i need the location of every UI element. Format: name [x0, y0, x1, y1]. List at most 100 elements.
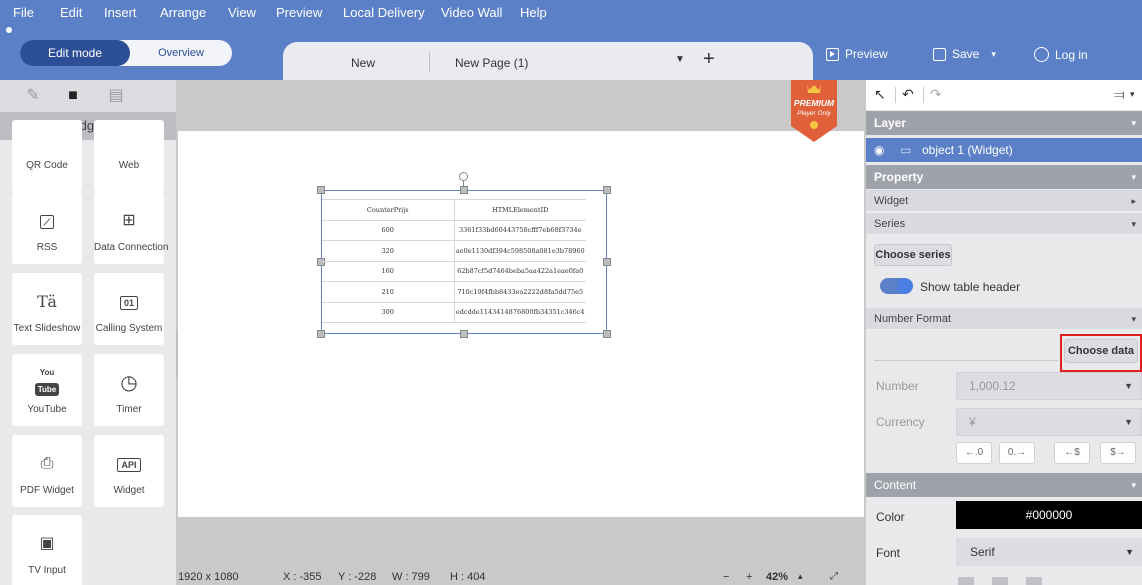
- content-section-header[interactable]: Content ▾: [866, 473, 1142, 497]
- increase-decimal-button[interactable]: 0.→: [999, 442, 1035, 464]
- resize-handle-se[interactable]: [603, 330, 611, 338]
- pencil-icon[interactable]: ✎: [23, 86, 43, 106]
- number-format-subsection[interactable]: Number Format ▾: [866, 308, 1142, 330]
- overview-button[interactable]: Overview: [130, 40, 232, 66]
- column-header: HTMLElementID: [454, 199, 586, 221]
- menu-preview[interactable]: Preview: [276, 5, 322, 20]
- save-button[interactable]: Save ▾: [933, 47, 996, 61]
- edit-mode-button[interactable]: Edit mode: [20, 40, 130, 66]
- layout-icon[interactable]: ▤: [106, 86, 126, 106]
- currency-suffix-button[interactable]: $→: [1100, 442, 1136, 464]
- menu-local-delivery[interactable]: Local Delivery: [343, 5, 425, 20]
- align-icon[interactable]: ⫤: [1114, 86, 1125, 103]
- table-row: 160 62b87cf5d7464beba5aa422a1eae0fa0: [322, 261, 586, 282]
- widget-tile-timer[interactable]: ◷ Timer: [94, 354, 164, 426]
- redo-icon[interactable]: ↷: [930, 86, 942, 103]
- zoom-menu-icon[interactable]: ▴: [798, 571, 803, 582]
- currency-prefix-button[interactable]: ←$: [1054, 442, 1090, 464]
- layer-item[interactable]: ◉ ▭ object 1 (Widget): [866, 138, 1142, 162]
- widget-tile-calling-system[interactable]: 01 Calling System: [94, 273, 164, 345]
- mode-toggle[interactable]: Edit mode Overview: [20, 40, 232, 66]
- menu-arrange[interactable]: Arrange: [160, 5, 206, 20]
- undo-icon[interactable]: ↶: [902, 86, 914, 103]
- text-align-right-icon[interactable]: [1026, 577, 1042, 585]
- save-icon: [933, 47, 946, 61]
- widget-label: Text Slideshow: [13, 323, 81, 334]
- fit-screen-icon[interactable]: ⤢: [830, 571, 838, 582]
- pin-icon[interactable]: [6, 27, 12, 33]
- text-align-left-icon[interactable]: [958, 577, 974, 585]
- widget-tile-rss[interactable]: ⟋ RSS: [12, 192, 82, 264]
- font-select[interactable]: Serif ▼: [956, 538, 1142, 566]
- zoom-out-button[interactable]: −: [723, 571, 729, 583]
- add-page-button[interactable]: +: [703, 48, 715, 71]
- widget-subsection[interactable]: Widget ▸: [866, 190, 1142, 212]
- layer-section-header[interactable]: Layer ▾: [866, 111, 1142, 135]
- menu-edit[interactable]: Edit: [60, 5, 82, 20]
- eye-icon[interactable]: ◉: [874, 138, 884, 162]
- widget-tile-web[interactable]: Web: [94, 120, 164, 192]
- choose-series-button[interactable]: Choose series: [874, 244, 952, 266]
- menu-insert[interactable]: Insert: [104, 5, 137, 20]
- canvas-area: PREMIUM Player Only CounterPrijs HTMLEle…: [178, 80, 864, 570]
- preview-button[interactable]: Preview: [826, 47, 888, 61]
- tv-input-icon: ▣: [39, 535, 55, 552]
- table-cell: edcdde1143414876800fb34351c346c4: [454, 302, 586, 323]
- tab-dropdown-icon[interactable]: ▼: [675, 54, 685, 65]
- table-cell: 160: [322, 261, 455, 282]
- number-format-select[interactable]: 1,000.12 ▼: [956, 372, 1142, 400]
- resize-handle-ne[interactable]: [603, 186, 611, 194]
- currency-select[interactable]: ¥ ▼: [956, 408, 1142, 436]
- save-dropdown-icon[interactable]: ▾: [991, 49, 996, 60]
- decrease-decimal-button[interactable]: ←.0: [956, 442, 992, 464]
- table-row: 210 710c19f4fbb8433ea2222d8fa5dd75e5: [322, 281, 586, 303]
- pointer-icon[interactable]: ↖: [874, 86, 886, 103]
- tab-new-page-1[interactable]: New Page (1): [455, 56, 528, 70]
- show-table-header-toggle[interactable]: [880, 278, 913, 294]
- menu-file[interactable]: File: [13, 5, 34, 20]
- widget-tile-data-connection[interactable]: ⊞ Data Connection: [94, 192, 169, 264]
- timer-icon: ◷: [120, 372, 138, 394]
- briefcase-icon[interactable]: ■: [63, 86, 83, 106]
- sidebar-tabs: ✎ ■ ▤: [0, 80, 176, 112]
- resize-handle-s[interactable]: [460, 330, 468, 338]
- widget-label: Widget: [113, 485, 145, 496]
- widgets-sidebar: ✎ ■ ▤ Widgets QR Code Web ⟋ RSS ⊞ Data C…: [0, 80, 176, 585]
- text-align-center-icon[interactable]: [992, 577, 1008, 585]
- resize-handle-n[interactable]: [460, 186, 468, 194]
- play-icon: [826, 47, 839, 61]
- widget-tile-qr-code[interactable]: QR Code: [12, 120, 82, 192]
- text-slideshow-icon: Tä: [37, 292, 57, 311]
- currency-label: Currency: [876, 415, 925, 429]
- rotate-handle[interactable]: [459, 172, 468, 181]
- resize-handle-nw[interactable]: [317, 186, 325, 194]
- widget-tile-text-slideshow[interactable]: Tä Text Slideshow: [12, 273, 82, 345]
- chevron-down-icon: ▼: [1124, 417, 1133, 427]
- chevron-down-icon: ▼: [1125, 547, 1134, 557]
- widget-label: Web: [118, 160, 140, 171]
- table-cell: 300: [322, 302, 455, 323]
- property-section-header[interactable]: Property ▾: [866, 165, 1142, 189]
- zoom-in-button[interactable]: +: [746, 571, 752, 583]
- widget-tile-pdf[interactable]: ⎙ PDF Widget: [12, 435, 82, 507]
- table-row: 320 ae0e1130df394c598508a081e3b78960: [322, 240, 586, 262]
- menu-bar: File Edit Insert Arrange View Preview Lo…: [0, 0, 1142, 26]
- align-dropdown-icon[interactable]: ▾: [1130, 89, 1135, 100]
- series-subsection[interactable]: Series ▾: [866, 213, 1142, 235]
- widget-tile-youtube[interactable]: You Tube YouTube: [12, 354, 82, 426]
- zoom-level[interactable]: 42%: [766, 571, 788, 583]
- menu-help[interactable]: Help: [520, 5, 547, 20]
- login-button[interactable]: Log in: [1034, 47, 1088, 62]
- resize-handle-e[interactable]: [603, 258, 611, 266]
- h-readout: H : 404: [450, 571, 486, 583]
- resize-handle-sw[interactable]: [317, 330, 325, 338]
- tab-new[interactable]: New: [351, 56, 375, 70]
- menu-view[interactable]: View: [228, 5, 256, 20]
- premium-badge[interactable]: PREMIUM Player Only: [789, 80, 839, 142]
- color-picker[interactable]: #000000: [956, 501, 1142, 529]
- widget-tile-api[interactable]: API Widget: [94, 435, 164, 507]
- widget-tile-tv-input[interactable]: ▣ TV Input: [12, 515, 82, 585]
- toggle-knob: [897, 278, 913, 294]
- menu-video-wall[interactable]: Video Wall: [441, 5, 502, 20]
- widget-label: TV Input: [28, 565, 66, 576]
